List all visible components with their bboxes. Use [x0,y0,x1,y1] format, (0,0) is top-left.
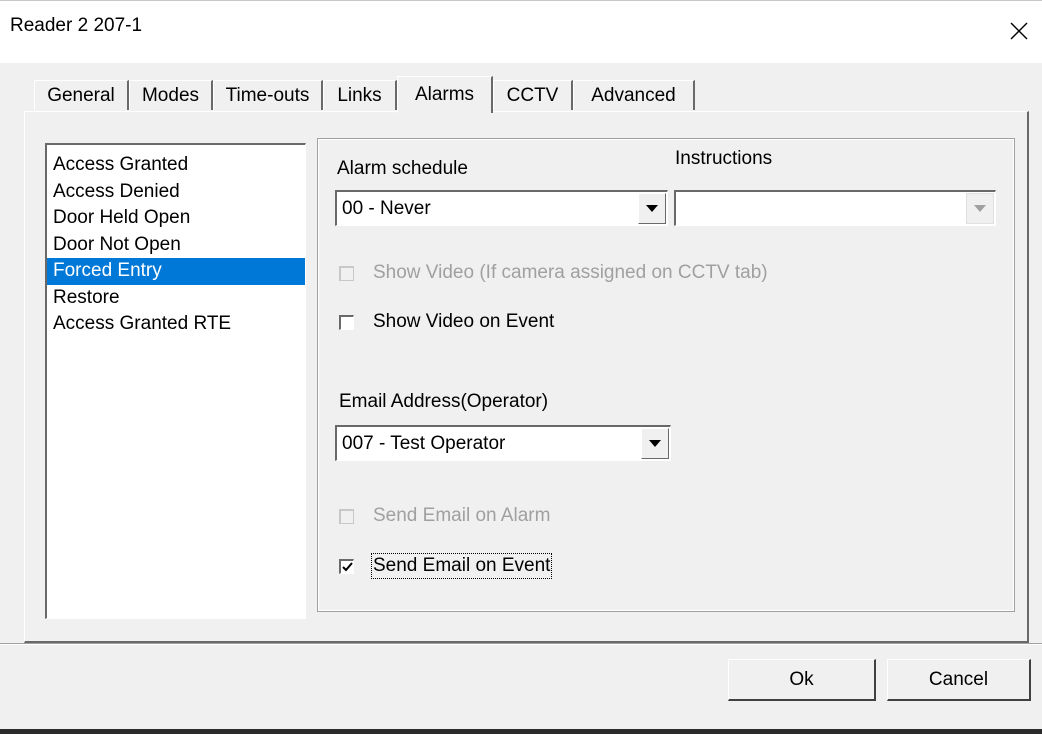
checkbox-box[interactable] [339,314,354,330]
send-email-alarm-checkbox[interactable]: Send Email on Alarm [339,505,550,527]
cancel-button[interactable]: Cancel [887,659,1031,701]
tab-time-outs[interactable]: Time-outs [213,80,323,110]
chevron-down-icon [646,204,658,212]
list-item[interactable]: Door Not Open [47,232,305,259]
chevron-down-icon [649,439,661,447]
list-item-selected[interactable]: Forced Entry [47,258,305,285]
list-item[interactable]: Door Held Open [47,205,305,232]
checkbox-box[interactable] [339,508,354,524]
instructions-label: Instructions [675,148,773,169]
checkbox-box[interactable] [339,265,354,281]
instructions-dropdown-button[interactable] [966,193,994,224]
instructions-select[interactable] [674,190,996,226]
tab-alarms[interactable]: Alarms [397,76,493,113]
email-operator-value: 007 - Test Operator [342,433,506,454]
close-icon [1010,22,1028,40]
title-bar: Reader 2 207-1 [0,0,1042,63]
email-address-label: Email Address(Operator) [339,391,549,412]
checkbox-box-checked[interactable] [339,558,354,574]
email-operator-select[interactable]: 007 - Test Operator [335,425,671,461]
tab-advanced[interactable]: Advanced [573,80,695,110]
footer-divider-highlight [0,644,1042,645]
list-item[interactable]: Access Denied [47,179,305,206]
send-email-event-label: Send Email on Event [370,553,553,579]
email-dropdown-button[interactable] [641,428,669,459]
window-title: Reader 2 207-1 [10,15,143,36]
show-video-cctv-label: Show Video (If camera assigned on CCTV t… [373,262,768,283]
show-video-event-checkbox[interactable]: Show Video on Event [339,311,554,333]
list-item[interactable]: Access Granted [47,152,305,179]
alarm-schedule-select[interactable]: 00 - Never [335,190,668,226]
tab-modes[interactable]: Modes [129,80,213,110]
show-video-cctv-checkbox[interactable]: Show Video (If camera assigned on CCTV t… [339,262,768,284]
alarm-schedule-label: Alarm schedule [337,158,468,179]
send-email-event-checkbox[interactable]: Send Email on Event [339,553,553,579]
alarm-schedule-value: 00 - Never [342,198,431,219]
send-email-alarm-label: Send Email on Alarm [373,505,551,526]
tab-cctv[interactable]: CCTV [493,80,573,110]
close-button[interactable] [996,1,1042,61]
alarm-schedule-dropdown-button[interactable] [638,193,666,224]
tab-general[interactable]: General [34,80,129,110]
ok-button[interactable]: Ok [728,659,876,701]
list-item[interactable]: Access Granted RTE [47,311,305,338]
tab-links[interactable]: Links [323,80,397,110]
event-list[interactable]: Access Granted Access Denied Door Held O… [45,143,306,619]
taskbar-edge [0,729,1042,734]
checkmark-icon [341,561,353,571]
show-video-event-label: Show Video on Event [373,311,555,332]
list-item[interactable]: Restore [47,285,305,312]
chevron-down-icon [974,204,986,212]
